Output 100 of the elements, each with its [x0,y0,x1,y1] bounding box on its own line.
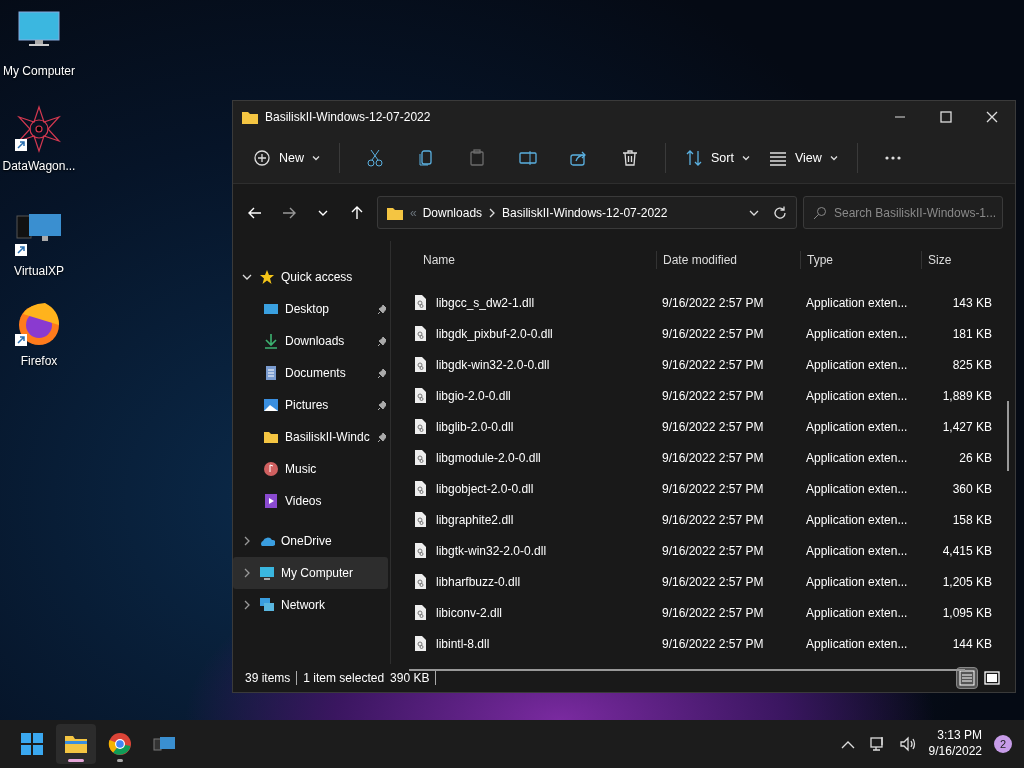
column-header[interactable]: Date modified [656,251,800,270]
file-name: libgcc_s_dw2-1.dll [436,294,535,312]
sort-button[interactable]: Sort [677,140,758,177]
file-icon [413,418,428,436]
file-row[interactable]: libiconv-2.dll 9/16/2022 2:57 PM Application exten... 1,095 KB [401,597,1015,629]
network-icon [259,597,275,614]
file-row[interactable]: libintl-8.dll 9/16/2022 2:57 PM Application exten... 144 KB [401,628,1015,660]
desktop-icon-label[interactable]: VirtualXP [0,262,78,280]
file-icon [413,573,428,591]
file-icon [413,480,428,498]
arrow-up-icon [349,204,365,221]
taskbar-app[interactable] [56,724,96,764]
nav-item[interactable]: Desktop [233,293,388,326]
file-row[interactable]: libharfbuzz-0.dll 9/16/2022 2:57 PM Application exten... 1,205 KB [401,566,1015,598]
selection-info: 1 item selected [303,670,385,688]
nav-item[interactable]: Quick access [233,261,388,294]
details-view-icon [959,670,975,687]
file-row[interactable]: libgio-2.0-0.dll 9/16/2022 2:57 PM Application exten... 1,889 KB [401,380,1015,412]
clock[interactable]: 3:13 PM 9/16/2022 [928,728,982,760]
file-row[interactable]: libglib-2.0-0.dll 9/16/2022 2:57 PM Application exten... 1,427 KB [401,411,1015,443]
table-cell-text: 9/16/2022 2:57 PM [661,387,765,405]
star-icon [259,269,275,286]
shortcut-icon[interactable] [15,105,63,153]
table-cell-text: 26 KB [958,449,993,467]
notification-badge[interactable]: 2 [994,735,1012,753]
file-name: libgdk_pixbuf-2.0-0.dll [436,325,553,343]
file-row[interactable]: libgcc_s_dw2-1.dll 9/16/2022 2:57 PM Application exten... 143 KB [401,287,1015,319]
windows-logo-icon [20,732,44,756]
view-button[interactable]: View [760,140,846,177]
file-icon [413,604,428,622]
column-header[interactable]: Name [401,251,656,270]
file-name: libgobject-2.0-0.dll [436,480,534,498]
list-icon [768,149,787,168]
column-header[interactable]: Type [800,251,921,270]
table-cell-text: 144 KB [951,635,993,653]
file-icon [413,511,428,529]
table-cell-text: Application exten... [805,573,909,591]
file-name: libgdk-win32-2.0-0.dll [436,356,550,374]
address-bar[interactable]: « Downloads BasiliskII-Windows-12-07-2022 [377,196,797,230]
table-cell-text: 9/16/2022 2:57 PM [661,573,765,591]
file-name: libiconv-2.dll [436,604,503,622]
file-icon [413,387,428,405]
table-cell-text: 158 KB [951,511,993,529]
file-row[interactable]: libgmodule-2.0-0.dll 9/16/2022 2:57 PM Application exten... 26 KB [401,442,1015,474]
desktop-icon-label[interactable]: My Computer [0,62,78,80]
table-cell-text: 9/16/2022 2:57 PM [661,511,765,529]
file-row[interactable]: libgtk-win32-2.0-0.dll 9/16/2022 2:57 PM Application exten... 4,415 KB [401,535,1015,567]
file-name: libgio-2.0-0.dll [436,387,511,405]
table-cell-text: Application exten... [805,294,909,312]
table-cell-text: 9/16/2022 2:57 PM [661,480,765,498]
sort-icon [685,149,703,168]
table-cell-text: Application exten... [805,480,909,498]
table-cell-text: 9/16/2022 2:57 PM [661,356,765,374]
caret-icon [829,154,838,163]
desktop-icon-label[interactable]: DataWagon... [0,157,78,175]
search-field[interactable]: Search BasiliskII-Windows-1... [803,196,1003,230]
table-cell-text: 9/16/2022 2:57 PM [661,418,765,436]
table-cell-text: Application exten... [805,449,909,467]
details-view-button[interactable] [956,667,978,690]
table-cell-text: 9/16/2022 2:57 PM [661,604,765,622]
nav-item[interactable]: OneDrive [233,525,388,558]
nav-item[interactable]: Downloads [233,325,388,358]
nav-item[interactable]: Videos [233,485,388,518]
table-cell-text: Application exten... [805,325,909,343]
more-icon [884,156,901,161]
file-row[interactable]: libgdk-win32-2.0-0.dll 9/16/2022 2:57 PM Application exten... 825 KB [401,349,1015,381]
nav-item[interactable]: Network [233,589,388,622]
horizontal-scrollbar[interactable] [409,669,965,672]
nav-item[interactable]: BasiliskII-Windc [233,421,388,454]
table-cell-text: 1,889 KB [941,387,993,405]
minimize-icon [895,116,905,118]
table-cell-text: 825 KB [951,356,993,374]
nav-item[interactable]: Pictures [233,389,388,422]
table-cell-text: 9/16/2022 2:57 PM [661,449,765,467]
file-icon [413,449,428,467]
scissors-icon [366,149,384,168]
item-count: 39 items [245,670,291,688]
nav-item[interactable]: Documents [233,357,388,390]
file-row[interactable]: libgraphite2.dll 9/16/2022 2:57 PM Application exten... 158 KB [401,504,1015,536]
file-icon [413,356,428,374]
file-row[interactable]: libgobject-2.0-0.dll 9/16/2022 2:57 PM Application exten... 360 KB [401,473,1015,505]
file-name: libgraphite2.dll [436,511,514,529]
new-button[interactable]: New [245,140,328,177]
file-icon [413,635,428,653]
breadcrumb[interactable]: BasiliskII-Windows-12-07-2022 [502,203,668,222]
column-header[interactable]: Size [921,251,998,270]
file-row[interactable]: libgdk_pixbuf-2.0-0.dll 9/16/2022 2:57 PM Application exten... 181 KB [401,318,1015,350]
breadcrumb[interactable]: Downloads [422,203,483,222]
table-cell-text: 1,205 KB [941,573,993,591]
overflow-chevron[interactable]: « [410,203,417,222]
share-icon [570,149,588,168]
caret-icon [741,154,750,163]
nav-item[interactable]: My Computer [233,557,388,590]
nav-item[interactable]: Music [233,453,388,486]
rename-icon [519,149,537,168]
table-cell-text: 1,095 KB [941,604,993,622]
desktop-icon-label[interactable]: Firefox [0,352,78,370]
speaker-icon [898,735,917,753]
trash-icon [621,149,639,168]
vertical-scrollbar[interactable] [1007,401,1009,472]
